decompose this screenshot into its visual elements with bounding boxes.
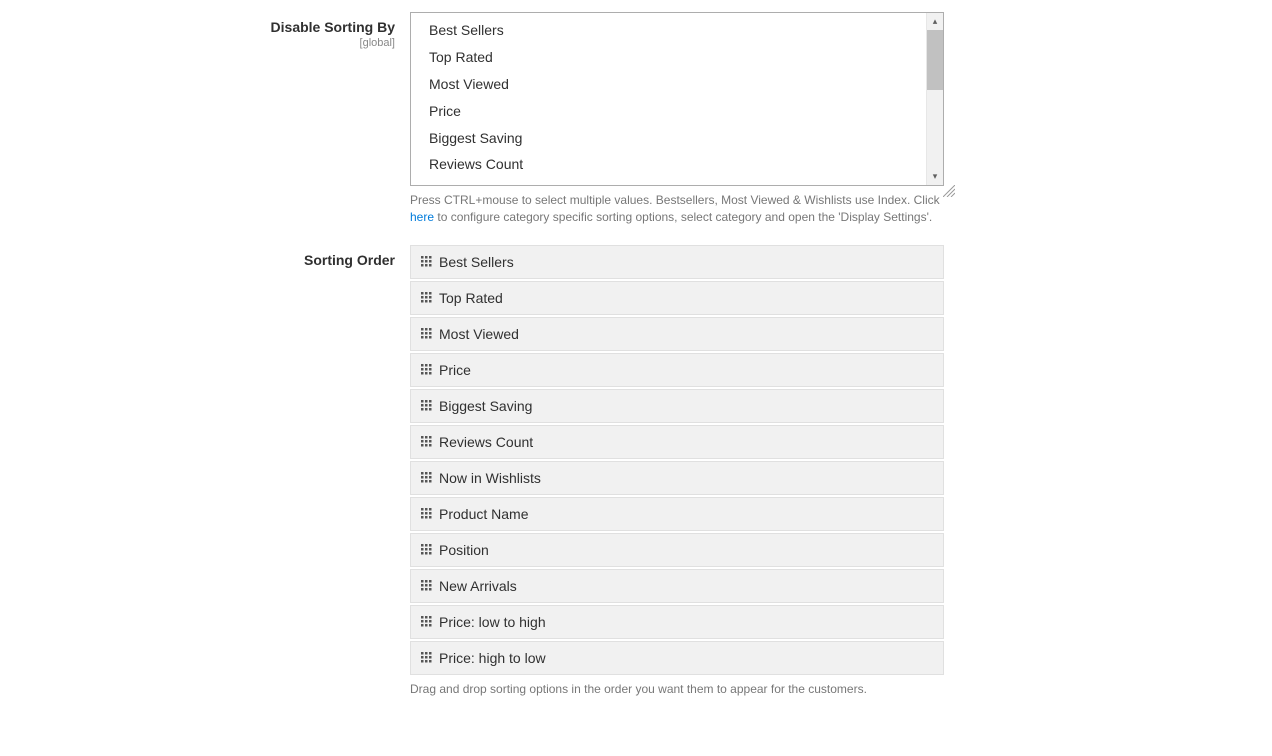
scroll-thumb[interactable]: [927, 30, 943, 90]
multiselect-option[interactable]: Top Rated: [411, 44, 926, 71]
sortable-item-label: Biggest Saving: [439, 398, 532, 414]
sortable-item[interactable]: Biggest Saving: [410, 389, 944, 423]
drag-handle-icon[interactable]: [421, 580, 433, 592]
sortable-item[interactable]: Top Rated: [410, 281, 944, 315]
help-link-here[interactable]: here: [410, 210, 434, 224]
sorting-order-label: Sorting Order: [0, 251, 395, 269]
drag-handle-icon[interactable]: [421, 472, 433, 484]
sortable-item[interactable]: Now in Wishlists: [410, 461, 944, 495]
sortable-item-label: New Arrivals: [439, 578, 517, 594]
sortable-item[interactable]: Best Sellers: [410, 245, 944, 279]
multiselect-option[interactable]: Reviews Count: [411, 151, 926, 178]
drag-handle-icon[interactable]: [421, 400, 433, 412]
multiselect-option[interactable]: Price: [411, 98, 926, 125]
multiselect-option[interactable]: Most Viewed: [411, 71, 926, 98]
disable-sorting-help: Press CTRL+mouse to select multiple valu…: [410, 192, 944, 227]
drag-handle-icon[interactable]: [421, 292, 433, 304]
sortable-item-label: Price: [439, 362, 471, 378]
scroll-down-icon[interactable]: ▾: [927, 168, 943, 185]
sortable-item[interactable]: Position: [410, 533, 944, 567]
drag-handle-icon[interactable]: [421, 256, 433, 268]
sorting-order-list: Best Sellers Top Rated Most Viewed Price…: [410, 245, 944, 675]
sortable-item-label: Best Sellers: [439, 254, 514, 270]
disable-sorting-scope: [global]: [0, 37, 395, 49]
drag-handle-icon[interactable]: [421, 544, 433, 556]
sortable-item[interactable]: Reviews Count: [410, 425, 944, 459]
sortable-item[interactable]: Price: high to low: [410, 641, 944, 675]
sortable-item-label: Position: [439, 542, 489, 558]
scrollbar[interactable]: ▴ ▾: [926, 13, 943, 185]
drag-handle-icon[interactable]: [421, 328, 433, 340]
drag-handle-icon[interactable]: [421, 436, 433, 448]
sorting-order-help: Drag and drop sorting options in the ord…: [410, 681, 944, 698]
drag-handle-icon[interactable]: [421, 364, 433, 376]
sortable-item-label: Product Name: [439, 506, 528, 522]
sortable-item[interactable]: Price: low to high: [410, 605, 944, 639]
sortable-item-label: Price: high to low: [439, 650, 546, 666]
multiselect-option[interactable]: Biggest Saving: [411, 125, 926, 152]
sortable-item-label: Most Viewed: [439, 326, 519, 342]
disable-sorting-multiselect[interactable]: Best Sellers Top Rated Most Viewed Price…: [410, 12, 944, 186]
multiselect-option[interactable]: Best Sellers: [411, 17, 926, 44]
sortable-item[interactable]: Most Viewed: [410, 317, 944, 351]
drag-handle-icon[interactable]: [421, 652, 433, 664]
help-text-part: to configure category specific sorting o…: [434, 210, 932, 224]
drag-handle-icon[interactable]: [421, 616, 433, 628]
sortable-item[interactable]: New Arrivals: [410, 569, 944, 603]
sortable-item-label: Reviews Count: [439, 434, 533, 450]
drag-handle-icon[interactable]: [421, 508, 433, 520]
sortable-item-label: Price: low to high: [439, 614, 546, 630]
sortable-item-label: Now in Wishlists: [439, 470, 541, 486]
sortable-item[interactable]: Price: [410, 353, 944, 387]
scroll-up-icon[interactable]: ▴: [927, 13, 943, 30]
help-text-part: Press CTRL+mouse to select multiple valu…: [410, 193, 940, 207]
sortable-item[interactable]: Product Name: [410, 497, 944, 531]
disable-sorting-label: Disable Sorting By: [0, 18, 395, 36]
sortable-item-label: Top Rated: [439, 290, 503, 306]
